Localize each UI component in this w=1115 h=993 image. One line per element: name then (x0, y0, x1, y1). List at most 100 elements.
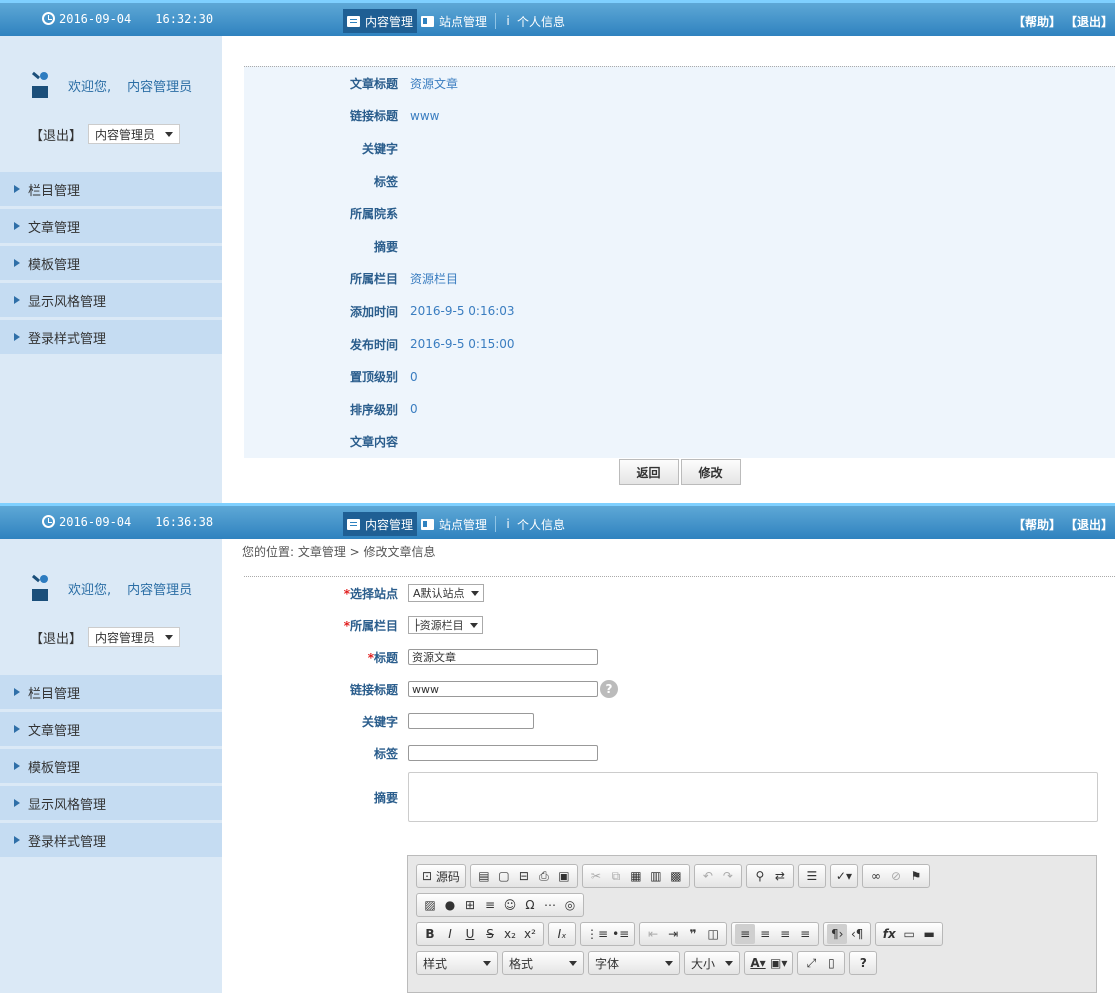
help-icon[interactable]: ? (600, 680, 618, 698)
bulleted-list-icon[interactable]: •≡ (610, 924, 631, 944)
style-combo[interactable]: 样式 (416, 951, 498, 975)
paste-text-icon[interactable]: ▥ (646, 866, 666, 886)
nav-content-management[interactable]: 内容管理 (343, 512, 418, 536)
image-icon[interactable]: ▨ (420, 895, 440, 915)
size-combo[interactable]: 大小 (684, 951, 740, 975)
triangle-right-icon (14, 222, 20, 230)
superscript-icon[interactable]: x² (520, 924, 540, 944)
column-select[interactable]: ├资源栏目 (408, 616, 483, 634)
find-icon[interactable]: ⚲ (750, 866, 770, 886)
subscript-icon[interactable]: x₂ (500, 924, 520, 944)
table-icon[interactable]: ⊞ (460, 895, 480, 915)
spellcheck-icon[interactable]: ✓▾ (834, 866, 854, 886)
nav-content-management[interactable]: 内容管理 (343, 9, 418, 33)
smiley-icon[interactable]: ☺ (500, 895, 520, 915)
indent-icon[interactable]: ⇥ (663, 924, 683, 944)
nav-personal-info[interactable]: i 个人信息 (500, 9, 569, 33)
back-button[interactable]: 返回 (618, 459, 679, 486)
copy-icon[interactable]: ⧉ (606, 866, 626, 886)
edit-button[interactable]: 修改 (680, 459, 741, 486)
nav-personal-info[interactable]: i 个人信息 (500, 512, 569, 536)
source-button[interactable]: ⊡ 源码 (420, 866, 462, 886)
strike-icon[interactable]: S (480, 924, 500, 944)
nav-site-management[interactable]: 站点管理 (417, 9, 491, 33)
format-combo[interactable]: 格式 (502, 951, 584, 975)
formula-icon[interactable]: fx (879, 924, 899, 944)
replace-icon[interactable]: ⇄ (770, 866, 790, 886)
bg-color-icon[interactable]: ▣▾ (768, 953, 789, 973)
bold-icon[interactable]: B (420, 924, 440, 944)
date-text: 2016-09-04 (59, 12, 132, 26)
textfield-icon[interactable]: ▭ (899, 924, 919, 944)
link-title-input[interactable]: www (408, 681, 598, 697)
italic-icon[interactable]: I (440, 924, 460, 944)
numbered-list-icon[interactable]: ⋮≡ (584, 924, 610, 944)
page-break-icon[interactable]: ⋯ (540, 895, 560, 915)
new-page-icon[interactable]: ▢ (494, 866, 514, 886)
select-all-icon[interactable]: ☰ (802, 866, 822, 886)
detail-row: 置顶级别 0 (244, 360, 1115, 393)
link-icon[interactable]: ∞ (866, 866, 886, 886)
show-blocks-icon[interactable]: ▯ (821, 953, 841, 973)
underline-icon[interactable]: U (460, 924, 480, 944)
remove-format-icon[interactable]: Iₓ (552, 924, 572, 944)
keywords-input[interactable] (408, 713, 534, 729)
anchor-flag-icon[interactable]: ⚑ (906, 866, 926, 886)
undo-icon[interactable]: ↶ (698, 866, 718, 886)
tags-input[interactable] (408, 745, 598, 761)
sidebar-item-columns[interactable]: 栏目管理 (0, 675, 222, 709)
templates-icon[interactable]: ▣ (554, 866, 574, 886)
help-link[interactable]: 【帮助】 (1013, 15, 1061, 29)
sidebar-item-templates[interactable]: 模板管理 (0, 246, 222, 280)
role-select[interactable]: 内容管理员 (88, 627, 181, 647)
paste-icon[interactable]: ▦ (626, 866, 646, 886)
ltr-icon[interactable]: ¶› (827, 924, 848, 944)
sidebar-item-templates[interactable]: 模板管理 (0, 749, 222, 783)
sidebar-logout-link[interactable]: 【退出】 (30, 628, 82, 647)
cut-icon[interactable]: ✂ (586, 866, 606, 886)
sidebar-item-login-styles[interactable]: 登录样式管理 (0, 823, 222, 857)
sidebar-item-display-styles[interactable]: 显示风格管理 (0, 283, 222, 317)
rtl-icon[interactable]: ‹¶ (847, 924, 867, 944)
paste-word-icon[interactable]: ▩ (666, 866, 686, 886)
sidebar-item-columns[interactable]: 栏目管理 (0, 172, 222, 206)
unlink-icon[interactable]: ⊘ (886, 866, 906, 886)
maximize-icon[interactable]: ⤢ (801, 953, 821, 973)
role-select[interactable]: 内容管理员 (88, 124, 181, 144)
blockquote-icon[interactable]: ❞ (683, 924, 703, 944)
align-right-icon[interactable]: ≡ (775, 924, 795, 944)
source-icon: ⊡ (422, 869, 433, 883)
horizontal-rule-icon[interactable]: ≡ (480, 895, 500, 915)
text-color-icon[interactable]: A▾ (748, 953, 768, 973)
redo-icon[interactable]: ↷ (718, 866, 738, 886)
logout-link[interactable]: 【退出】 (1071, 15, 1113, 29)
save-icon[interactable]: ▤ (474, 866, 494, 886)
flash-icon[interactable]: ● (440, 895, 460, 915)
logout-link[interactable]: 【退出】 (1071, 518, 1113, 532)
special-char-icon[interactable]: Ω (520, 895, 540, 915)
site-select[interactable]: A默认站点 (408, 584, 484, 602)
outdent-icon[interactable]: ⇤ (643, 924, 663, 944)
chevron-down-icon (469, 622, 478, 628)
nav-site-management[interactable]: 站点管理 (417, 512, 491, 536)
sidebar-item-articles[interactable]: 文章管理 (0, 712, 222, 746)
triangle-right-icon (14, 259, 20, 267)
div-icon[interactable]: ◫ (703, 924, 723, 944)
sidebar-item-login-styles[interactable]: 登录样式管理 (0, 320, 222, 354)
preview-icon[interactable]: ⊟ (514, 866, 534, 886)
logout-row: 【退出】 内容管理员 (30, 627, 181, 647)
image-button-icon[interactable]: ▬ (919, 924, 939, 944)
print-icon[interactable]: ⎙ (534, 866, 554, 886)
align-center-icon[interactable]: ≡ (755, 924, 775, 944)
title-input[interactable]: 资源文章 (408, 649, 598, 665)
iframe-globe-icon[interactable]: ◎ (560, 895, 580, 915)
align-justify-icon[interactable]: ≡ (795, 924, 815, 944)
sidebar-item-articles[interactable]: 文章管理 (0, 209, 222, 243)
font-combo[interactable]: 字体 (588, 951, 680, 975)
align-left-icon[interactable]: ≡ (735, 924, 756, 944)
sidebar-item-display-styles[interactable]: 显示风格管理 (0, 786, 222, 820)
sidebar-logout-link[interactable]: 【退出】 (30, 125, 82, 144)
help-link[interactable]: 【帮助】 (1013, 518, 1061, 532)
about-question-icon[interactable]: ? (853, 953, 873, 973)
summary-textarea[interactable] (408, 772, 1098, 822)
